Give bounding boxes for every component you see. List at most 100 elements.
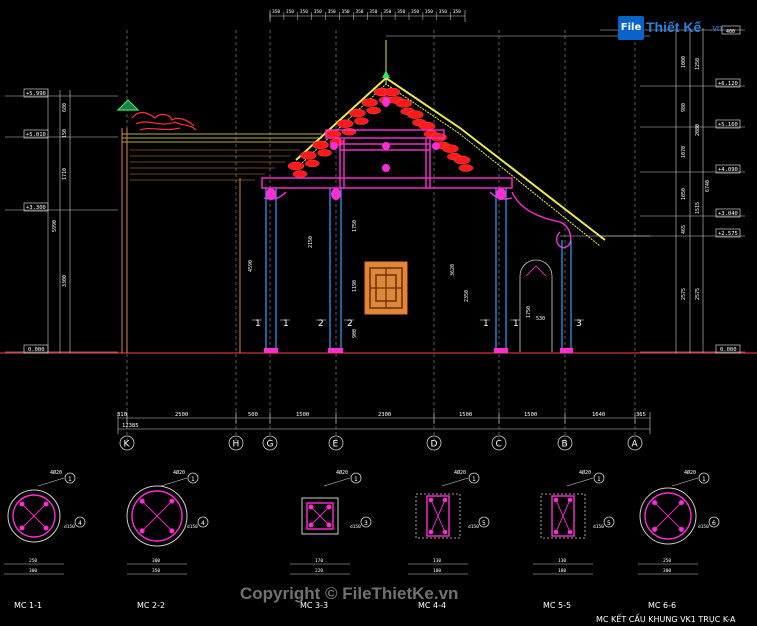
callout-number: 1	[354, 476, 358, 483]
top-dim-label: 350	[397, 9, 405, 15]
roof-tile	[336, 119, 354, 128]
stirrup-callout: d150	[187, 524, 198, 530]
copyright-watermark: Copyright © FileThietKe.vn	[240, 584, 459, 603]
callout-leader	[160, 477, 188, 487]
roof-tile	[407, 110, 424, 119]
arched-opening	[519, 259, 553, 352]
roof-tile	[361, 98, 378, 107]
level-left-2: +5.010	[26, 132, 46, 138]
top-dim-label: 350	[328, 9, 336, 15]
level-right-3: +4.090	[718, 167, 738, 173]
top-dim-labels: 350 350 350 350 350 350 350 350 350 350 350 350 350 3…	[269, 9, 461, 20]
roof-tile	[317, 149, 332, 157]
roof-tile	[366, 106, 381, 115]
left-dim-3: 1710	[62, 168, 68, 180]
callout-number: 5	[607, 520, 611, 527]
right-dim-6: 1070	[681, 146, 687, 158]
top-dim-label: 350	[369, 9, 377, 15]
inner-dim-9: 530	[536, 316, 545, 322]
callout-number: 1	[702, 476, 706, 483]
stirrup-callout: d150	[468, 524, 479, 530]
callout-leader	[323, 477, 351, 487]
roof-tile	[383, 87, 401, 97]
section-dim-width: 180	[558, 568, 566, 574]
callout-number: 1	[472, 476, 476, 483]
roof-tile	[300, 151, 317, 160]
logo-mark: File	[618, 16, 644, 40]
top-dim-label: 350	[286, 9, 294, 15]
left-dim-4: 5990	[52, 220, 58, 232]
column-mark-3: 2	[318, 319, 324, 329]
roof-tile	[354, 117, 369, 125]
inner-dim-8: 1750	[526, 306, 532, 318]
callout-leader	[37, 477, 65, 487]
logo-name: Thiết Kế	[646, 19, 702, 35]
section-dim-inner: 300	[152, 558, 160, 564]
right-dim-2: 1000	[681, 56, 687, 68]
axis-label: K	[124, 440, 131, 450]
stirrup-callout: d150	[593, 524, 604, 530]
top-dim-label: 350	[453, 9, 461, 15]
dragon-ornament	[116, 99, 197, 131]
axis-label: G	[267, 440, 274, 450]
inner-dim-6: 3620	[450, 264, 456, 276]
axis-label: E	[333, 440, 339, 450]
column-mark-4: 2	[347, 319, 353, 329]
roof-tiles	[287, 87, 474, 178]
top-dim-label: 350	[425, 9, 433, 15]
inner-dim-7: 2350	[464, 290, 470, 302]
main-roof	[295, 35, 650, 247]
roof-tile	[395, 99, 412, 108]
section-dim-width: 220	[315, 568, 323, 574]
bottom-dim-3: 500	[248, 412, 258, 418]
roof-tile	[324, 130, 342, 139]
callout-number: 1	[68, 476, 72, 483]
frame-drawing: 350 350 350 350 350 350 350 350 350 350 350 350 350 3…	[0, 9, 757, 624]
rebar-callout: 4Ø20	[336, 469, 348, 476]
stirrup-callout: d150	[64, 524, 75, 530]
roof-tile	[418, 121, 436, 131]
left-dim-5: 3300	[62, 275, 68, 287]
axis-label: B	[562, 440, 568, 450]
section-title: MC 1-1	[14, 601, 42, 610]
axis-label: C	[496, 440, 502, 450]
callout-number: 4	[201, 520, 205, 527]
axis-label: D	[431, 440, 438, 450]
rebar-callout: 4Ø20	[454, 469, 466, 476]
column-caps	[264, 348, 573, 353]
section-dim-inner: 250	[663, 558, 671, 564]
section-dim-inner: 170	[315, 558, 323, 564]
callout-leader	[566, 477, 594, 487]
column-mark-7: 3	[576, 319, 582, 329]
rebar-callout: 4Ø20	[579, 469, 591, 476]
left-dim-1: 680	[62, 103, 68, 112]
section-6: 4Ø20 1 6d150 250 300 MC 6-6	[638, 469, 720, 610]
section-5: 4Ø20 1 5d150 130 180 MC 5-5	[533, 469, 615, 610]
roof-tile	[349, 108, 366, 118]
filethietke-logo[interactable]: File Thiết Kế .vn	[618, 12, 736, 42]
callout-leader	[441, 477, 469, 487]
bottom-dim-5: 2300	[378, 412, 391, 418]
section-title: MC 5-5	[543, 601, 571, 610]
column-mark-5: 1	[483, 319, 489, 329]
top-dim-label: 350	[272, 9, 280, 15]
callout-number: 5	[482, 520, 486, 527]
top-dim-label: 350	[342, 9, 350, 15]
decorative-window	[364, 261, 408, 315]
level-left-3: +3.300	[26, 205, 46, 211]
left-dim-2: 150	[62, 129, 68, 138]
column-bulbs	[266, 97, 506, 200]
section-dim-width: 180	[433, 568, 441, 574]
roof-tile	[305, 159, 320, 168]
level-right-1: +6.120	[718, 81, 738, 87]
level-left-1: +5.990	[26, 91, 46, 97]
roof-tile	[312, 140, 329, 150]
lean-to-purlins	[130, 149, 300, 181]
column-mark-6: 1	[513, 319, 519, 329]
callout-number: 3	[364, 520, 368, 527]
axis-label: A	[632, 440, 639, 450]
stirrup-callout: d150	[698, 524, 709, 530]
inner-dim-4: 900	[352, 329, 358, 338]
right-dim-7: 1050	[681, 188, 687, 200]
column-mark-1: 1	[255, 319, 261, 329]
